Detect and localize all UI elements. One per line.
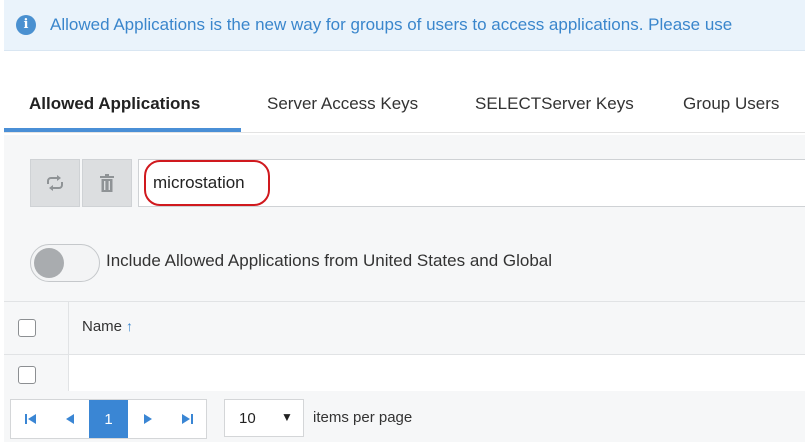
- page-size-value: 10: [239, 410, 256, 427]
- active-tab-indicator: [4, 128, 241, 132]
- tab-server-access-keys[interactable]: Server Access Keys: [267, 80, 418, 130]
- table-row[interactable]: [4, 355, 805, 392]
- banner-text: Allowed Applications is the new way for …: [50, 15, 733, 34]
- previous-page-icon: [65, 414, 74, 424]
- info-icon: i: [16, 15, 36, 35]
- tab-allowed-applications[interactable]: Allowed Applications: [29, 80, 200, 130]
- items-per-page-label: items per page: [313, 409, 413, 426]
- allowed-applications-panel: Include Allowed Applications from United…: [4, 135, 805, 442]
- info-banner: i Allowed Applications is the new way fo…: [4, 0, 805, 51]
- refresh-button[interactable]: [30, 159, 80, 207]
- first-page-button[interactable]: [11, 400, 50, 438]
- next-page-button[interactable]: [128, 400, 167, 438]
- tab-bar: Allowed Applications Server Access Keys …: [4, 80, 805, 133]
- delete-button[interactable]: [82, 159, 132, 207]
- select-all-checkbox[interactable]: [18, 319, 36, 337]
- search-field: [138, 159, 805, 207]
- tab-group-users[interactable]: Group Users: [683, 80, 779, 130]
- applications-table: Name ↑: [4, 301, 805, 392]
- include-global-toggle[interactable]: [30, 244, 100, 282]
- column-header-name[interactable]: Name ↑: [82, 318, 133, 335]
- toggle-knob: [34, 248, 64, 278]
- last-page-button[interactable]: [167, 400, 206, 438]
- page-size-select[interactable]: 10 ▼: [224, 399, 304, 437]
- row-checkbox[interactable]: [18, 366, 36, 384]
- header-check-cell: [4, 302, 69, 354]
- page-button-current[interactable]: 1: [89, 400, 128, 438]
- column-header-name-label: Name: [82, 318, 123, 335]
- caret-down-icon: ▼: [281, 410, 293, 424]
- refresh-icon: [47, 175, 63, 191]
- sort-ascending-icon: ↑: [126, 318, 134, 334]
- last-page-icon: [181, 414, 193, 424]
- next-page-icon: [143, 414, 152, 424]
- search-input[interactable]: [149, 166, 657, 200]
- include-global-label: Include Allowed Applications from United…: [106, 251, 553, 270]
- first-page-icon: [24, 414, 36, 424]
- row-check-cell: [4, 355, 69, 391]
- pagination-controls: 1: [10, 399, 207, 439]
- previous-page-button[interactable]: [50, 400, 89, 438]
- trash-icon: [100, 174, 114, 192]
- table-header: Name ↑: [4, 302, 805, 355]
- pagination-bar: 1 10 ▼ items per page: [4, 391, 805, 442]
- tab-selectserver-keys[interactable]: SELECTServer Keys: [475, 80, 634, 130]
